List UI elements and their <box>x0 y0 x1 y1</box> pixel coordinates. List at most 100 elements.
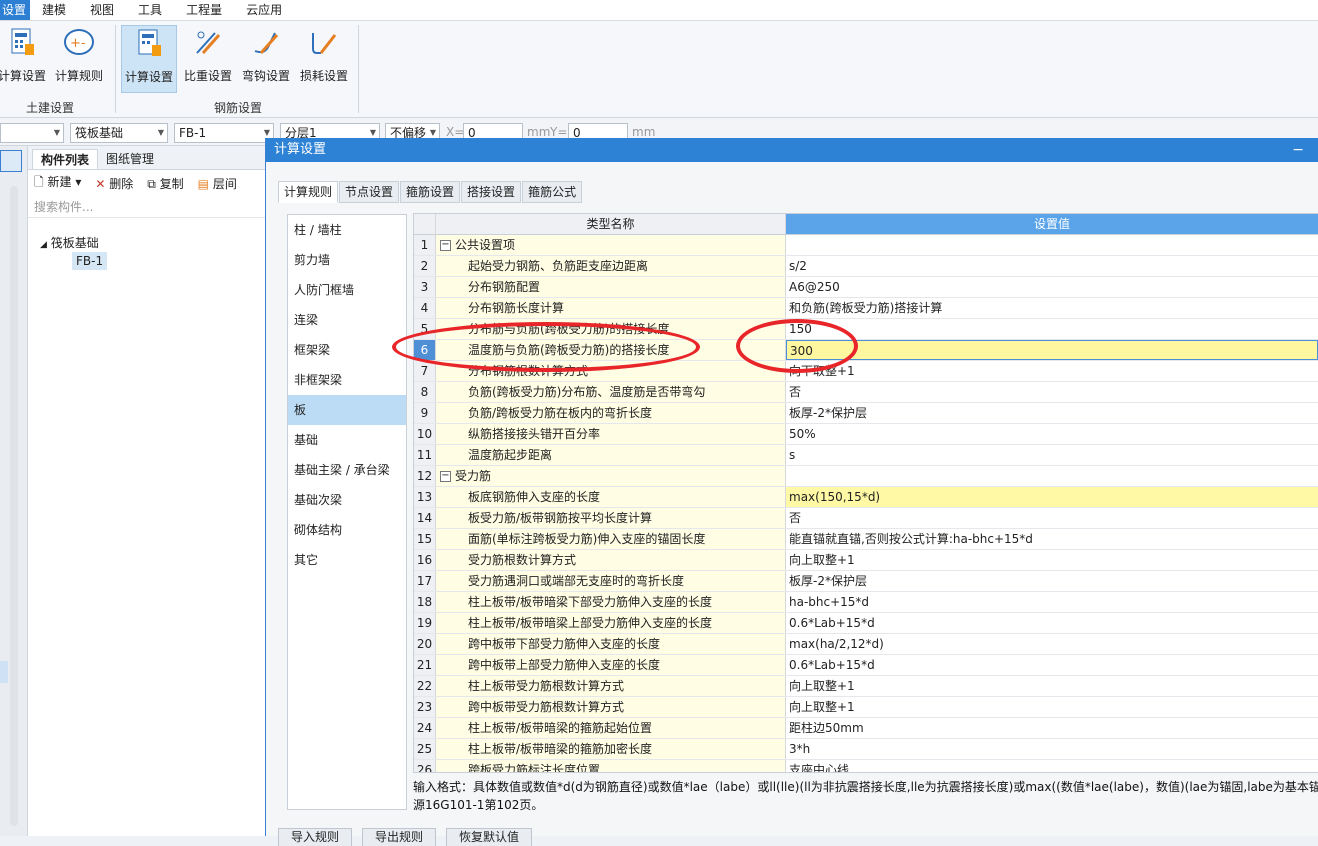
row-value-cell[interactable]: 板厚-2*保护层 <box>786 403 1318 423</box>
row-value-cell[interactable]: 和负筋(跨板受力筋)搭接计算 <box>786 298 1318 318</box>
row-value-cell[interactable]: ha-bhc+15*d <box>786 592 1318 612</box>
row-value-cell[interactable]: 距柱边50mm <box>786 718 1318 738</box>
menu-view[interactable]: 视图 <box>78 0 126 20</box>
row-value-cell[interactable]: 否 <box>786 382 1318 402</box>
row-value-cell[interactable]: 向上取整+1 <box>786 550 1318 570</box>
nav-icon[interactable] <box>0 150 22 172</box>
row-value-cell[interactable]: 向下取整+1 <box>786 361 1318 381</box>
category-item[interactable]: 基础 <box>288 425 406 455</box>
row-value-cell[interactable]: 0.6*Lab+15*d <box>786 655 1318 675</box>
table-row[interactable]: 16 受力筋根数计算方式 向上取整+1 <box>414 550 1318 571</box>
table-row[interactable]: 17 受力筋遇洞口或端部无支座时的弯折长度 板厚-2*保护层 <box>414 571 1318 592</box>
row-value-cell[interactable]: 向上取整+1 <box>786 676 1318 696</box>
table-row[interactable]: 24 柱上板带/板带暗梁的箍筋起始位置 距柱边50mm <box>414 718 1318 739</box>
interlayer-button[interactable]: ▤ 层间 <box>198 175 237 192</box>
row-value-cell[interactable]: 板厚-2*保护层 <box>786 571 1318 591</box>
category-item[interactable]: 框架梁 <box>288 335 406 365</box>
category-item[interactable]: 柱 / 墙柱 <box>288 215 406 245</box>
hook-settings-button[interactable]: 弯钩设置 <box>239 25 293 93</box>
table-row[interactable]: 19 柱上板带/板带暗梁上部受力筋伸入支座的长度 0.6*Lab+15*d <box>414 613 1318 634</box>
import-rules-button[interactable]: 导入规则 <box>278 828 353 846</box>
tab-node-settings[interactable]: 节点设置 <box>339 181 400 203</box>
row-value-cell[interactable]: s/2 <box>786 256 1318 276</box>
civil-calc-settings-button[interactable]: 计算设置 <box>0 25 48 93</box>
category-item[interactable]: 剪力墙 <box>288 245 406 275</box>
table-row[interactable]: 10 纵筋搭接接头错开百分率 50% <box>414 424 1318 445</box>
calc-rules-button[interactable]: +- 计算规则 <box>52 25 106 93</box>
table-row[interactable]: 7 分布钢筋根数计算方式 向下取整+1 <box>414 361 1318 382</box>
table-row[interactable]: 15 面筋(单标注跨板受力筋)伸入支座的锚固长度 能直锚就直锚,否则按公式计算:ha… <box>414 529 1318 550</box>
component-name-combo[interactable]: FB-1 ▼ <box>174 123 274 143</box>
row-value-cell[interactable]: s <box>786 445 1318 465</box>
rebar-calc-settings-button[interactable]: 计算设置 <box>121 25 177 93</box>
export-rules-button[interactable]: 导出规则 <box>362 828 437 846</box>
category-item[interactable]: 基础次梁 <box>288 485 406 515</box>
row-value-cell[interactable]: 0.6*Lab+15*d <box>786 613 1318 633</box>
category-item[interactable]: 非框架梁 <box>288 365 406 395</box>
loss-settings-button[interactable]: 损耗设置 <box>297 25 351 93</box>
table-row[interactable]: 20 跨中板带下部受力筋伸入支座的长度 max(ha/2,12*d) <box>414 634 1318 655</box>
row-value-cell[interactable]: 50% <box>786 424 1318 444</box>
table-row[interactable]: 2 起始受力钢筋、负筋距支座边距离 s/2 <box>414 256 1318 277</box>
menu-tools[interactable]: 工具 <box>126 0 174 20</box>
tab-calc-rules[interactable]: 计算规则 <box>278 181 339 203</box>
table-row[interactable]: 5 分布筋与负筋(跨板受力筋)的搭接长度 150 <box>414 319 1318 340</box>
table-row[interactable]: 22 柱上板带受力筋根数计算方式 向上取整+1 <box>414 676 1318 697</box>
row-value-cell[interactable]: 支座中心线 <box>786 760 1318 772</box>
restore-default-button[interactable]: 恢复默认值 <box>446 828 533 846</box>
component-type-combo[interactable]: 筏板基础 ▼ <box>70 123 168 143</box>
component-search-input[interactable]: 搜索构件... <box>28 196 265 218</box>
table-row[interactable]: 6 温度筋与负筋(跨板受力筋)的搭接长度 300 <box>414 340 1318 361</box>
tab-component-list[interactable]: 构件列表 <box>32 149 99 169</box>
tab-lap-settings[interactable]: 搭接设置 <box>461 181 522 203</box>
table-row[interactable]: 4 分布钢筋长度计算 和负筋(跨板受力筋)搭接计算 <box>414 298 1318 319</box>
row-value-cell[interactable]: 300 <box>786 340 1318 360</box>
category-item-slab[interactable]: 板 <box>288 395 406 425</box>
menu-quantity[interactable]: 工程量 <box>174 0 234 20</box>
copy-button[interactable]: ⧉ 复制 <box>147 175 183 192</box>
tab-stirrup-formula[interactable]: 箍筋公式 <box>522 181 583 203</box>
weight-settings-button[interactable]: 比重设置 <box>181 25 235 93</box>
row-value-cell[interactable]: 向上取整+1 <box>786 697 1318 717</box>
menu-settings[interactable]: 设置 <box>0 0 31 20</box>
tree-node-fb1[interactable]: FB-1 <box>72 252 108 270</box>
row-value-cell[interactable]: 150 <box>786 319 1318 339</box>
category-item[interactable]: 人防门框墙 <box>288 275 406 305</box>
collapse-icon[interactable]: − <box>440 471 451 482</box>
collapse-icon[interactable]: − <box>440 240 451 251</box>
menu-modeling[interactable]: 建模 <box>30 0 78 20</box>
row-value-cell[interactable] <box>786 235 1318 255</box>
table-row[interactable]: 21 跨中板带上部受力筋伸入支座的长度 0.6*Lab+15*d <box>414 655 1318 676</box>
row-value-cell[interactable]: A6@250 <box>786 277 1318 297</box>
row-value-cell[interactable] <box>786 466 1318 486</box>
table-row[interactable]: 3 分布钢筋配置 A6@250 <box>414 277 1318 298</box>
table-row[interactable]: 18 柱上板带/板带暗梁下部受力筋伸入支座的长度 ha-bhc+15*d <box>414 592 1318 613</box>
row-value-cell[interactable]: max(ha/2,12*d) <box>786 634 1318 654</box>
table-row[interactable]: 14 板受力筋/板带钢筋按平均长度计算 否 <box>414 508 1318 529</box>
table-row[interactable]: 9 负筋/跨板受力筋在板内的弯折长度 板厚-2*保护层 <box>414 403 1318 424</box>
category-item[interactable]: 砌体结构 <box>288 515 406 545</box>
table-row[interactable]: 25 柱上板带/板带暗梁的箍筋加密长度 3*h <box>414 739 1318 760</box>
minimize-icon[interactable]: − <box>1292 138 1304 162</box>
table-row[interactable]: 26 跨板受力筋标注长度位置 支座中心线 <box>414 760 1318 772</box>
category-item[interactable]: 其它 <box>288 545 406 575</box>
menu-cloud[interactable]: 云应用 <box>234 0 294 20</box>
row-value-cell[interactable]: max(150,15*d) <box>786 487 1318 507</box>
floor-combo[interactable]: ▼ <box>0 123 64 143</box>
row-value-cell[interactable]: 能直锚就直锚,否则按公式计算:ha-bhc+15*d <box>786 529 1318 549</box>
category-item[interactable]: 连梁 <box>288 305 406 335</box>
table-row[interactable]: 12− 受力筋 <box>414 466 1318 487</box>
tab-drawing-management[interactable]: 图纸管理 <box>98 149 162 169</box>
tab-stirrup-settings[interactable]: 箍筋设置 <box>400 181 461 203</box>
delete-button[interactable]: ✕ 删除 <box>95 175 133 192</box>
category-item[interactable]: 基础主梁 / 承台梁 <box>288 455 406 485</box>
table-row[interactable]: 23 跨中板带受力筋根数计算方式 向上取整+1 <box>414 697 1318 718</box>
table-row[interactable]: 8 负筋(跨板受力筋)分布筋、温度筋是否带弯勾 否 <box>414 382 1318 403</box>
row-value-cell[interactable]: 3*h <box>786 739 1318 759</box>
scrollbar[interactable] <box>10 186 18 826</box>
table-row[interactable]: 11 温度筋起步距离 s <box>414 445 1318 466</box>
tree-node-raft-foundation[interactable]: ◢ 筏板基础 <box>40 234 99 251</box>
new-button[interactable]: 🗋 新建 ▾ <box>34 173 81 194</box>
table-row[interactable]: 1− 公共设置项 <box>414 235 1318 256</box>
table-row[interactable]: 13 板底钢筋伸入支座的长度 max(150,15*d) <box>414 487 1318 508</box>
